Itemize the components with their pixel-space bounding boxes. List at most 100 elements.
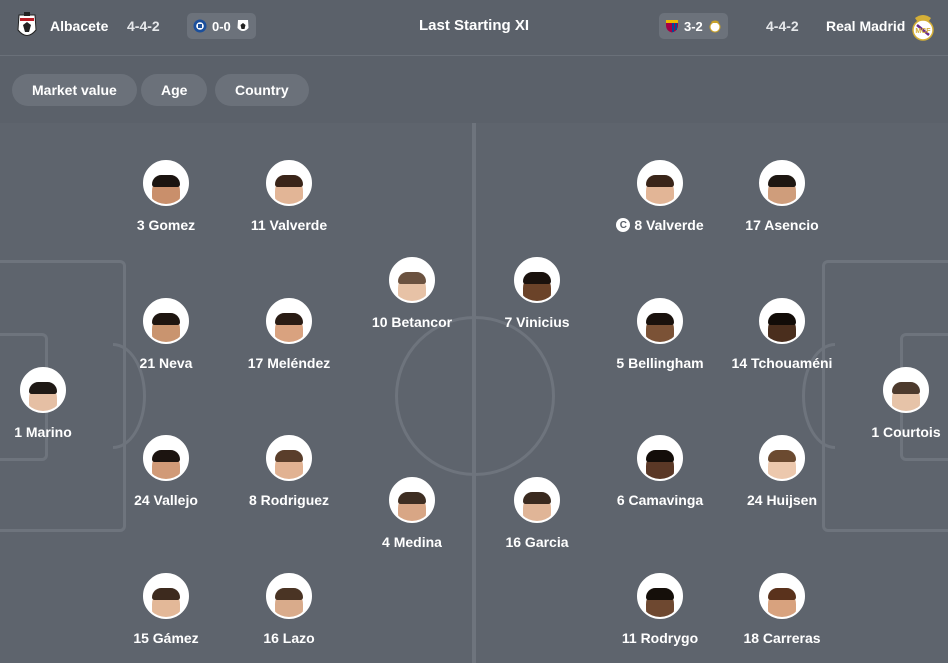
filter-country-button[interactable]: Country [215, 74, 309, 106]
player-avatar[interactable] [266, 298, 312, 344]
player-name[interactable]: 11 Valverde [251, 217, 327, 233]
player-avatar[interactable] [266, 160, 312, 206]
home-player[interactable]: 17 Meléndez [229, 298, 349, 371]
player-avatar[interactable] [883, 367, 929, 413]
player-avatar[interactable] [514, 257, 560, 303]
player-name[interactable]: 5 Bellingham [616, 355, 703, 371]
player-avatar[interactable] [514, 477, 560, 523]
player-avatar[interactable] [266, 435, 312, 481]
player-face [768, 313, 796, 342]
player-label: 11 Rodrygo [621, 630, 699, 646]
player-name[interactable]: 24 Vallejo [134, 492, 198, 508]
player-name[interactable]: 21 Neva [140, 355, 193, 371]
away-player[interactable]: 11 Rodrygo [600, 573, 720, 646]
player-avatar[interactable] [143, 298, 189, 344]
player-avatar[interactable] [637, 160, 683, 206]
player-name[interactable]: 18 Carreras [743, 630, 820, 646]
player-avatar[interactable] [637, 573, 683, 619]
away-last-result[interactable]: 3-2 [659, 13, 728, 39]
filter-market-value-button[interactable]: Market value [12, 74, 137, 106]
player-avatar[interactable] [143, 435, 189, 481]
away-player[interactable]: 18 Carreras [722, 573, 842, 646]
player-face [398, 492, 426, 521]
player-face [275, 313, 303, 342]
player-name[interactable]: 17 Asencio [745, 217, 818, 233]
away-player[interactable]: 7 Vinicius [477, 257, 597, 330]
player-avatar[interactable] [266, 573, 312, 619]
player-name[interactable]: 16 Lazo [263, 630, 314, 646]
player-name[interactable]: 10 Betancor [372, 314, 452, 330]
player-label: 16 Lazo [263, 630, 315, 646]
home-player[interactable]: 15 Gámez [106, 573, 226, 646]
player-name[interactable]: 8 Rodriguez [249, 492, 329, 508]
home-player[interactable]: 11 Valverde [229, 160, 349, 233]
player-hair [646, 313, 674, 325]
player-name[interactable]: 6 Camavinga [617, 492, 703, 508]
player-avatar[interactable] [143, 160, 189, 206]
away-player[interactable]: 1 Courtois [846, 367, 948, 440]
away-player[interactable]: 24 Huijsen [722, 435, 842, 508]
player-name[interactable]: 3 Gomez [137, 217, 195, 233]
player-name[interactable]: 17 Meléndez [248, 355, 330, 371]
player-face [152, 313, 180, 342]
home-player[interactable]: 8 Rodriguez [229, 435, 349, 508]
player-hair [646, 450, 674, 462]
player-avatar[interactable] [637, 298, 683, 344]
player-hair [152, 450, 180, 462]
player-avatar[interactable] [759, 573, 805, 619]
away-formation: 4-4-2 [766, 18, 799, 34]
home-player[interactable]: 16 Lazo [229, 573, 349, 646]
player-avatar[interactable] [759, 435, 805, 481]
player-name[interactable]: 1 Courtois [871, 424, 940, 440]
player-name[interactable]: 24 Huijsen [747, 492, 817, 508]
player-hair [768, 175, 796, 187]
away-player[interactable]: 14 Tchouaméni [722, 298, 842, 371]
player-avatar[interactable] [143, 573, 189, 619]
player-label: 24 Vallejo [134, 492, 198, 508]
player-label: 8 Valverde [634, 217, 704, 233]
player-face [152, 450, 180, 479]
player-name[interactable]: 16 Garcia [505, 534, 568, 550]
lineup-pitch: 3 Gomez 11 Valverde 10 Betancor 21 Neva 17 M… [0, 123, 948, 663]
player-name[interactable]: C8 Valverde [616, 217, 704, 233]
filter-age-button[interactable]: Age [141, 74, 208, 106]
filter-bar: Market value Age Country [0, 57, 948, 123]
player-hair [275, 175, 303, 187]
player-avatar[interactable] [759, 298, 805, 344]
away-player[interactable]: 6 Camavinga [600, 435, 720, 508]
player-label: 1 Marino [14, 424, 72, 440]
real-madrid-mini-crest-icon [709, 20, 721, 33]
away-player[interactable]: 5 Bellingham [600, 298, 720, 371]
player-label: 24 Huijsen [746, 492, 818, 508]
home-player[interactable]: 24 Vallejo [106, 435, 226, 508]
player-face [646, 450, 674, 479]
home-player[interactable]: 4 Medina [352, 477, 472, 550]
captain-icon: C [616, 218, 631, 232]
home-player[interactable]: 21 Neva [106, 298, 226, 371]
player-hair [646, 588, 674, 600]
player-avatar[interactable] [389, 477, 435, 523]
player-name[interactable]: 14 Tchouaméni [732, 355, 833, 371]
home-player[interactable]: 1 Marino [0, 367, 103, 440]
player-label: 17 Meléndez [247, 355, 331, 371]
player-avatar[interactable] [637, 435, 683, 481]
player-label: 17 Asencio [745, 217, 819, 233]
player-name[interactable]: 11 Rodrygo [622, 630, 698, 646]
player-hair [275, 588, 303, 600]
away-team-name[interactable]: Real Madrid [826, 18, 905, 34]
away-player[interactable]: 17 Asencio [722, 160, 842, 233]
real-madrid-crest-icon[interactable]: MCF [909, 12, 937, 42]
player-name[interactable]: 15 Gámez [133, 630, 198, 646]
player-name[interactable]: 7 Vinicius [504, 314, 569, 330]
home-player[interactable]: 3 Gomez [106, 160, 226, 233]
player-avatar[interactable] [389, 257, 435, 303]
player-avatar[interactable] [20, 367, 66, 413]
away-player[interactable]: 16 Garcia [477, 477, 597, 550]
player-avatar[interactable] [759, 160, 805, 206]
home-player[interactable]: 10 Betancor [352, 257, 472, 330]
player-name[interactable]: 4 Medina [382, 534, 442, 550]
player-hair [398, 492, 426, 504]
player-name[interactable]: 1 Marino [14, 424, 72, 440]
player-label: 3 Gomez [136, 217, 196, 233]
away-player[interactable]: C8 Valverde [600, 160, 720, 233]
